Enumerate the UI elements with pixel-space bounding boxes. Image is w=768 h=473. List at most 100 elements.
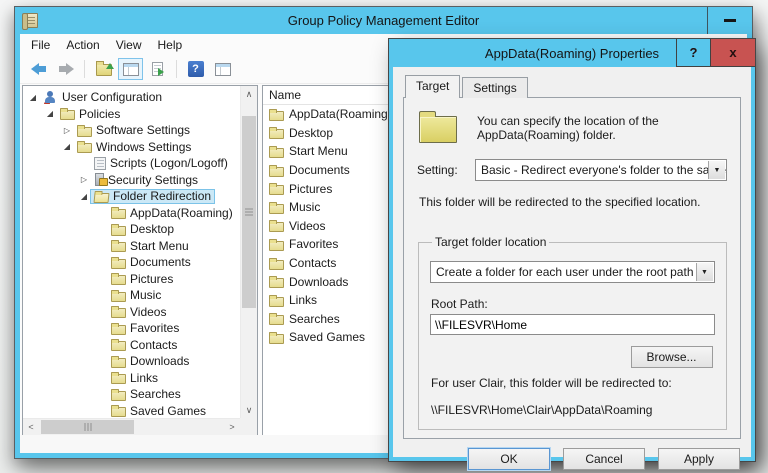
- tree-item[interactable]: Pictures: [23, 271, 240, 288]
- tree-item-label: Desktop: [130, 222, 175, 237]
- tree-item[interactable]: ▷ Security Settings: [23, 172, 240, 189]
- tree-item-label: Documents: [130, 255, 191, 270]
- list-item-label: Links: [289, 293, 318, 308]
- tree-item[interactable]: Desktop: [23, 221, 240, 238]
- folder-icon: [269, 220, 284, 233]
- help-button[interactable]: [183, 58, 208, 80]
- folder-icon: [269, 257, 284, 270]
- forward-button[interactable]: [53, 58, 78, 80]
- desktop: Group Policy Management Editor File Acti…: [0, 0, 768, 473]
- tree-item[interactable]: ▷ Software Settings: [23, 122, 240, 139]
- tab[interactable]: Target: [405, 75, 461, 98]
- tree-horizontal-scrollbar[interactable]: < >: [23, 418, 240, 435]
- tree-item-icon: [60, 108, 75, 121]
- tree-item[interactable]: Videos: [23, 304, 240, 321]
- console-tree: ◢ User Configuration ◢ Policies ▷ Softwa…: [23, 86, 240, 418]
- dialog-titlebar: AppData(Roaming) Properties ? x: [389, 39, 755, 67]
- tree-item-icon: [94, 156, 106, 170]
- tab[interactable]: Settings: [462, 77, 528, 98]
- group-title: Target folder location: [435, 235, 547, 249]
- tree-item[interactable]: Saved Games: [23, 403, 240, 419]
- setting-dropdown-value: Basic - Redirect everyone's folder to th…: [481, 163, 726, 177]
- folder-icon: [269, 238, 284, 251]
- console-tree-pane: ◢ User Configuration ◢ Policies ▷ Softwa…: [22, 85, 258, 436]
- new-window-button[interactable]: [210, 58, 235, 80]
- folder-icon: [269, 127, 284, 140]
- tree-item[interactable]: ◢ Windows Settings: [23, 139, 240, 156]
- tree-item-label: Downloads: [130, 354, 190, 369]
- menu-item[interactable]: Action: [58, 36, 107, 54]
- tree-item[interactable]: Contacts: [23, 337, 240, 354]
- root-path-input[interactable]: [430, 314, 715, 335]
- new-window-icon: [214, 62, 231, 76]
- expand-arrow-icon[interactable]: ◢: [78, 192, 90, 201]
- tree-item[interactable]: ◢ Folder Redirection: [23, 188, 240, 205]
- scroll-up-icon[interactable]: ∧: [241, 86, 257, 102]
- target-tab-panel: You can specify the location of the AppD…: [403, 97, 741, 439]
- browse-button[interactable]: Browse...: [630, 346, 713, 368]
- tree-item[interactable]: Searches: [23, 386, 240, 403]
- cancel-button[interactable]: Cancel: [563, 448, 645, 470]
- ok-button[interactable]: OK: [468, 448, 550, 470]
- tree-item-icon: [111, 207, 126, 220]
- tree-item-label: Security Settings: [108, 172, 199, 187]
- setting-dropdown[interactable]: Basic - Redirect everyone's folder to th…: [475, 159, 727, 181]
- back-icon: [30, 63, 47, 75]
- tree-item[interactable]: ◢ Policies: [23, 106, 240, 123]
- scroll-right-icon[interactable]: >: [224, 419, 240, 435]
- dialog-button-row: OK Cancel Apply: [403, 448, 741, 470]
- dropdown-arrow-icon[interactable]: [695, 263, 713, 281]
- tree-item-icon: [111, 256, 126, 269]
- tree-item[interactable]: Favorites: [23, 320, 240, 337]
- show-console-tree-button[interactable]: [118, 58, 143, 80]
- menu-item[interactable]: Help: [150, 36, 191, 54]
- folder-icon: [269, 145, 284, 158]
- tree-item-label: Music: [130, 288, 162, 303]
- tree-item[interactable]: ◢ User Configuration: [23, 89, 240, 106]
- tree-item[interactable]: Music: [23, 287, 240, 304]
- apply-button[interactable]: Apply: [658, 448, 740, 470]
- tree-item-label: Folder Redirection: [113, 189, 212, 204]
- tree-item-icon: [77, 124, 92, 137]
- scrollbar-corner: [240, 418, 257, 435]
- titlebar: Group Policy Management Editor: [15, 7, 752, 34]
- list-item-label: Saved Games: [289, 330, 366, 345]
- expand-arrow-icon[interactable]: ▷: [78, 175, 90, 184]
- expand-arrow-icon[interactable]: ▷: [61, 126, 73, 135]
- menu-item[interactable]: View: [108, 36, 150, 54]
- expand-arrow-icon[interactable]: ◢: [61, 142, 73, 151]
- folder-icon: [269, 108, 284, 121]
- dialog-close-button[interactable]: x: [710, 39, 755, 67]
- tree-item[interactable]: AppData(Roaming): [23, 205, 240, 222]
- scroll-down-icon[interactable]: ∨: [241, 402, 257, 418]
- list-item-label: Contacts: [289, 256, 337, 271]
- tree-item-icon: [111, 223, 126, 236]
- tree-item[interactable]: Start Menu: [23, 238, 240, 255]
- tree-item-icon: [111, 405, 126, 418]
- tree-item[interactable]: Scripts (Logon/Logoff): [23, 155, 240, 172]
- tree-item-icon: [111, 372, 126, 385]
- up-one-level-button[interactable]: [91, 58, 116, 80]
- expand-arrow-icon[interactable]: ◢: [44, 109, 56, 118]
- expand-arrow-icon[interactable]: ◢: [27, 93, 39, 102]
- location-dropdown[interactable]: Create a folder for each user under the …: [430, 261, 715, 283]
- tree-item[interactable]: Downloads: [23, 353, 240, 370]
- minimize-button[interactable]: [707, 7, 752, 34]
- tree-item[interactable]: Documents: [23, 254, 240, 271]
- tree-item[interactable]: Links: [23, 370, 240, 387]
- list-item-label: Downloads: [289, 274, 349, 289]
- tree-vertical-scrollbar[interactable]: ∧ ∨: [240, 86, 257, 418]
- scrollbar-thumb[interactable]: [41, 420, 134, 434]
- tree-item-label: Favorites: [130, 321, 180, 336]
- back-button[interactable]: [26, 58, 51, 80]
- dialog-help-button[interactable]: ?: [676, 39, 710, 67]
- export-list-button[interactable]: [145, 58, 170, 80]
- menu-item[interactable]: File: [23, 36, 58, 54]
- scroll-left-icon[interactable]: <: [23, 419, 39, 435]
- forward-icon: [58, 63, 74, 75]
- preview-label: For user Clair, this folder will be redi…: [431, 376, 672, 390]
- dropdown-arrow-icon[interactable]: [708, 161, 725, 179]
- folder-icon: [269, 276, 284, 289]
- tree-item-label: Pictures: [130, 271, 174, 286]
- scrollbar-thumb[interactable]: [242, 116, 256, 308]
